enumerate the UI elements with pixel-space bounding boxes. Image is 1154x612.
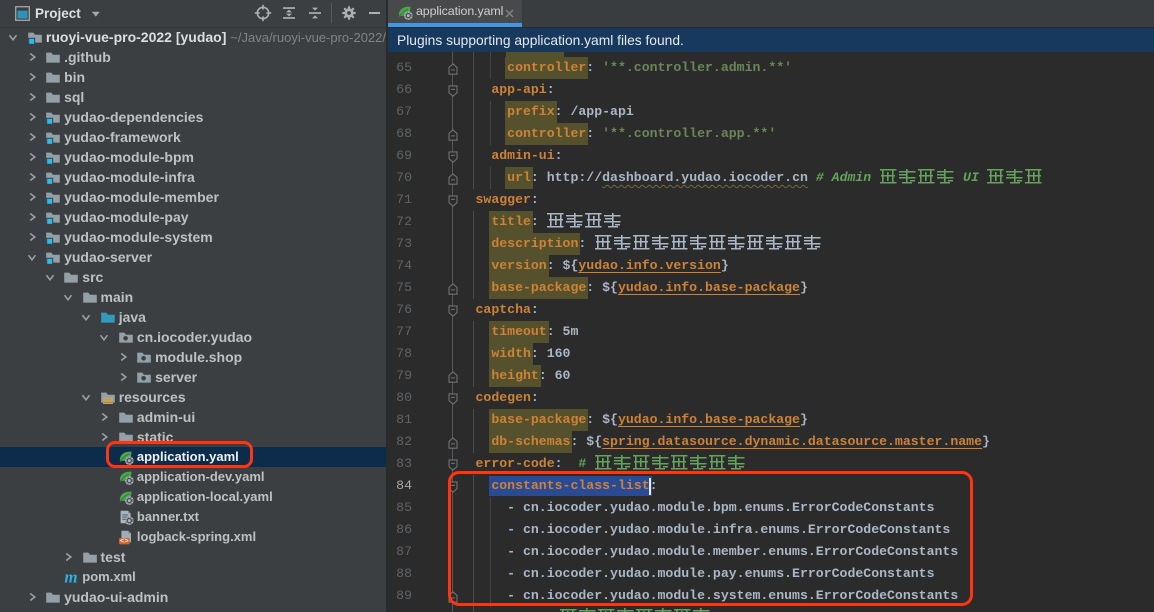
svg-text:m: m bbox=[65, 569, 78, 585]
svg-text:<>: <> bbox=[120, 536, 129, 545]
